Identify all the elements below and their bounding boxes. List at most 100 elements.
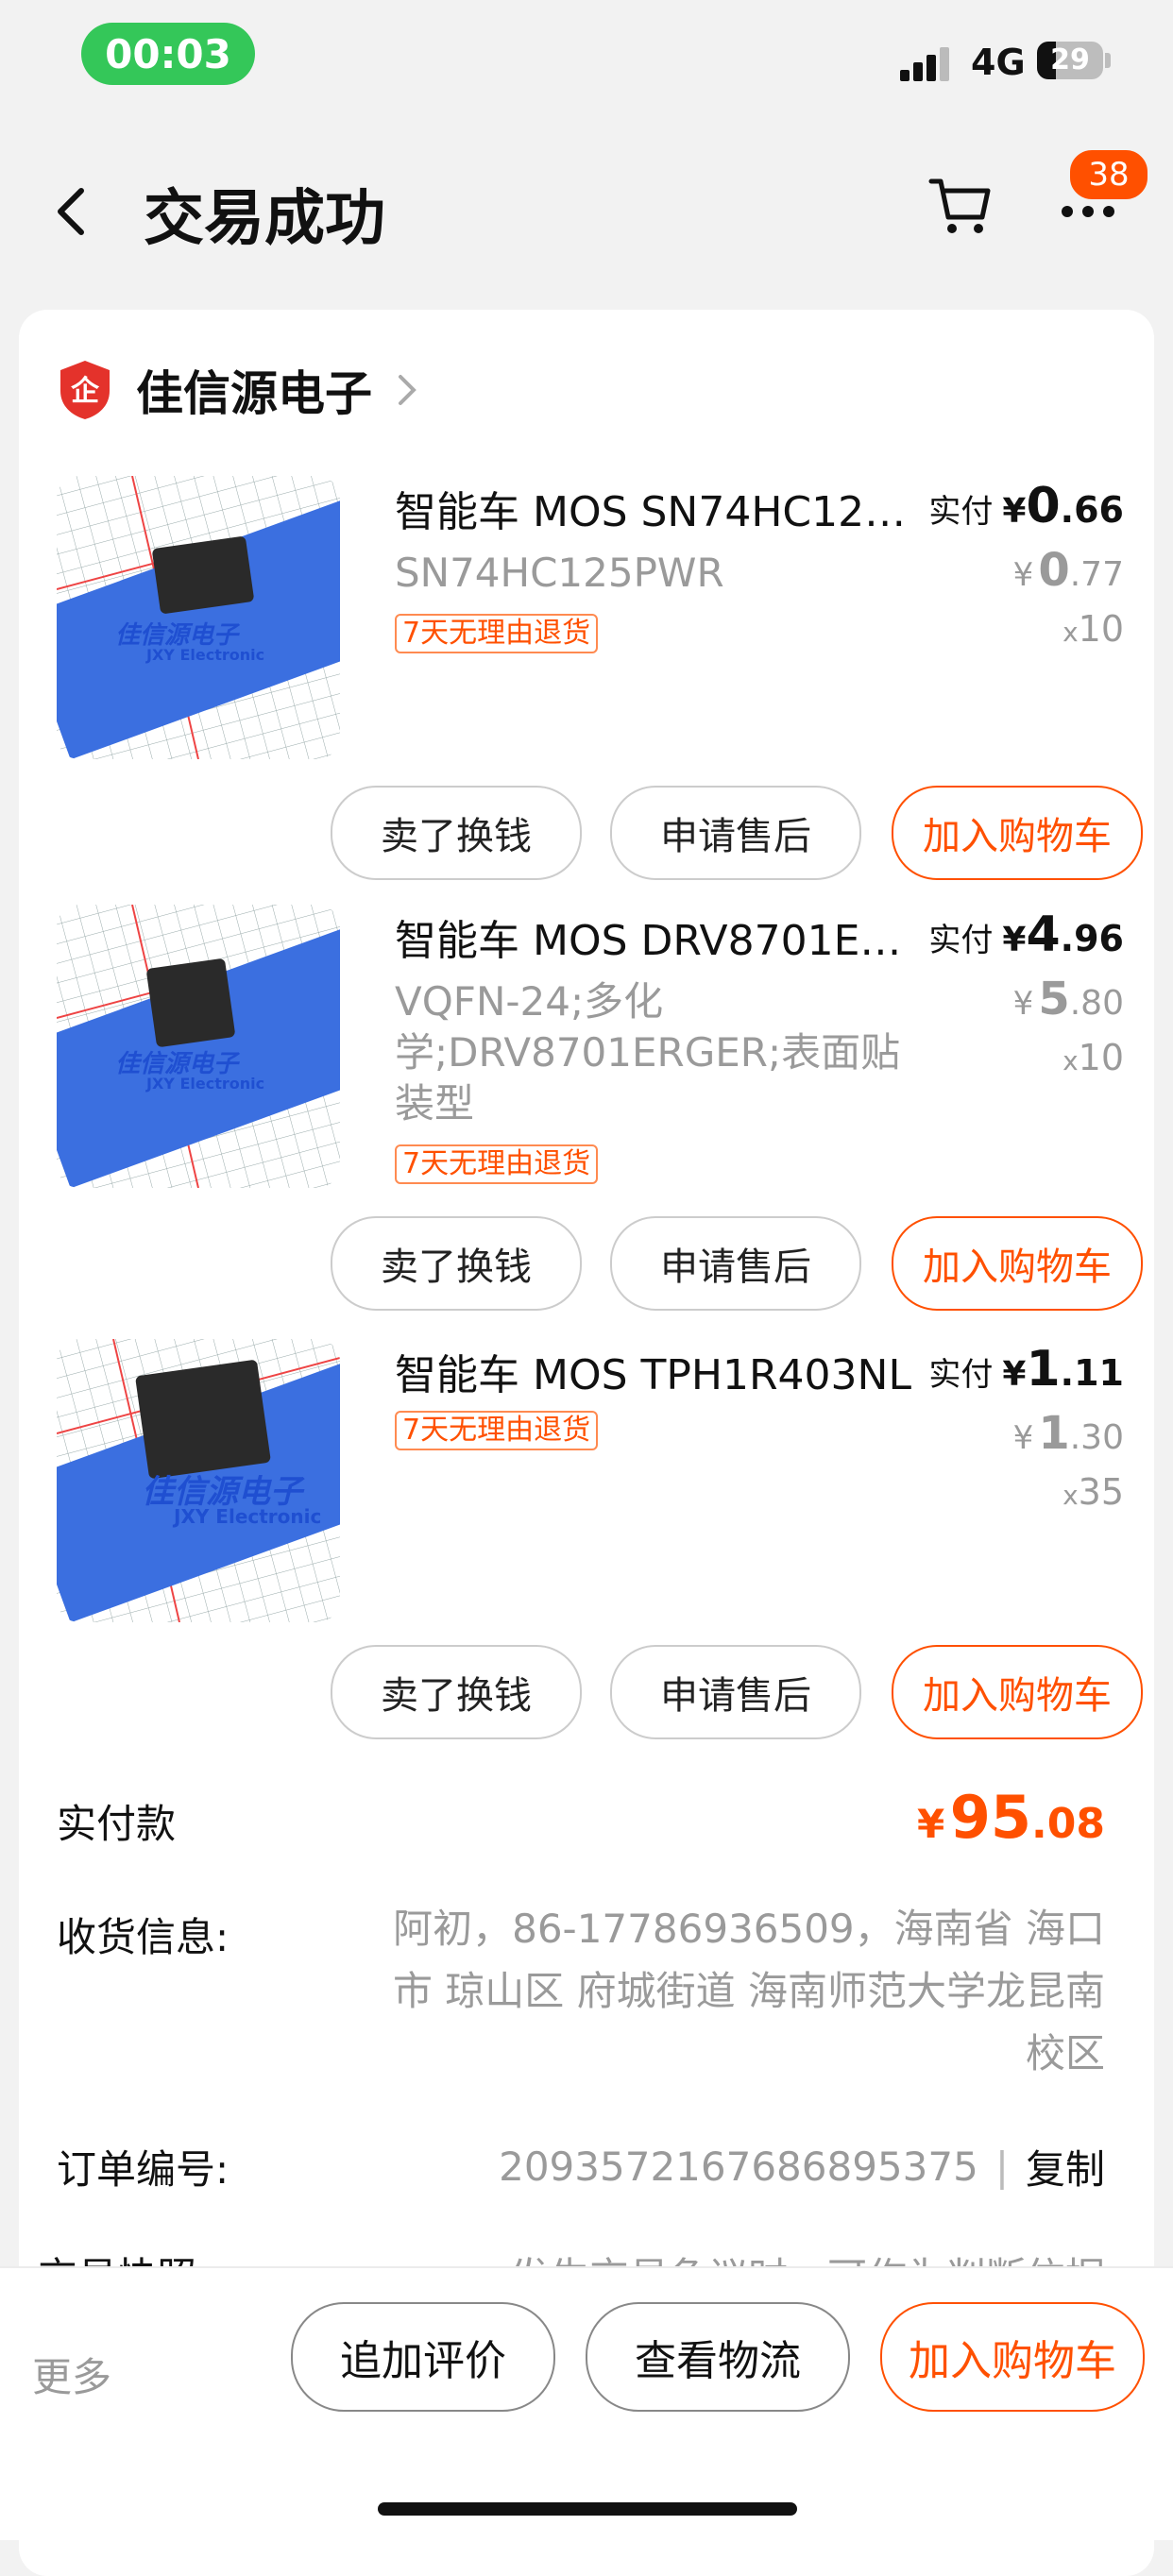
battery-level: 29 — [1050, 43, 1090, 76]
product-image[interactable]: 佳信源电子 JXY Electronic — [57, 905, 340, 1188]
cellular-signal-icon — [900, 43, 957, 81]
orig-int: 5 — [1038, 973, 1070, 1025]
divider: | — [994, 2144, 1009, 2190]
paid-dec: .66 — [1060, 489, 1124, 531]
orig-int: 0 — [1038, 544, 1070, 597]
more-button[interactable]: 更多 — [32, 2346, 111, 2403]
chip-icon — [151, 535, 255, 615]
paid-currency: ¥ — [1002, 492, 1027, 531]
qty-x: x — [1062, 617, 1079, 648]
qty-x: x — [1062, 1045, 1079, 1076]
nav-bar: 交易成功 38 — [0, 142, 1173, 274]
shop-logo-text: 企 — [71, 375, 100, 408]
image-brand-en: JXY Electronic — [146, 1075, 265, 1093]
image-brand-en: JXY Electronic — [174, 1505, 322, 1528]
chip-icon — [145, 958, 236, 1048]
add-to-cart-button[interactable]: 加入购物车 — [892, 1645, 1143, 1739]
return-policy-tag: 7天无理由退货 — [395, 1411, 599, 1450]
battery-icon: 29 — [1037, 42, 1103, 79]
paid-label: 实付 — [928, 922, 994, 959]
qty-x: x — [1062, 1480, 1079, 1511]
after-sales-button[interactable]: 申请售后 — [610, 786, 861, 880]
quantity: x35 — [1062, 1471, 1124, 1513]
orig-dec: .30 — [1069, 1418, 1124, 1457]
add-to-cart-button[interactable]: 加入购物车 — [880, 2302, 1145, 2412]
paid-currency: ¥ — [1002, 921, 1027, 959]
paid-int: 0 — [1026, 478, 1061, 534]
add-review-button[interactable]: 追加评价 — [291, 2302, 555, 2412]
product-title[interactable]: 智能车 MOS TPH1R403NL — [395, 1341, 924, 1401]
clock-time: 00:03 — [105, 30, 231, 77]
bottom-action-bar: 更多 追加评价 查看物流 加入购物车 — [0, 2266, 1173, 2540]
paid-int: 4 — [1026, 907, 1061, 963]
network-type: 4G — [971, 42, 1026, 83]
status-bar: 00:03 4G 29 — [0, 0, 1173, 113]
order-number-label: 订单编号: — [57, 2146, 230, 2193]
order-item[interactable]: 佳信源电子 JXY Electronic 智能车 MOS DRV8701ERGE… — [57, 905, 1143, 1311]
orig-currency: ¥ — [1012, 1419, 1034, 1457]
order-number-row: 2093572167686895375 | 复制 — [499, 2138, 1105, 2195]
order-item[interactable]: 佳信源电子 JXY Electronic 智能车 MOS TPH1R403NL … — [57, 1339, 1143, 1739]
total-currency: ¥ — [916, 1801, 945, 1847]
paid-price: 实付 ¥0.66 — [928, 478, 1124, 534]
image-brand-en: JXY Electronic — [146, 646, 265, 664]
view-logistics-button[interactable]: 查看物流 — [586, 2302, 850, 2412]
orig-currency: ¥ — [1012, 556, 1034, 594]
paid-int: 1 — [1026, 1341, 1061, 1398]
shop-name: 佳信源电子 — [136, 366, 372, 421]
paid-dec: .96 — [1060, 918, 1124, 959]
shop-enterprise-icon: 企 — [60, 361, 110, 419]
chevron-right-icon — [399, 375, 416, 405]
address-value: 阿初，86-17786936509，海南省 海口市 琼山区 府城街道 海南师范大… — [392, 1906, 1105, 2076]
return-policy-tag: 7天无理由退货 — [395, 614, 599, 653]
paid-price: 实付 ¥1.11 — [928, 1341, 1124, 1398]
product-title[interactable]: 智能车 MOS DRV8701ERGER — [395, 907, 924, 967]
quantity: x10 — [1062, 1037, 1124, 1078]
after-sales-button[interactable]: 申请售后 — [610, 1216, 861, 1311]
return-policy-tag: 7天无理由退货 — [395, 1144, 599, 1184]
add-to-cart-button[interactable]: 加入购物车 — [892, 786, 1143, 880]
paid-currency: ¥ — [1002, 1355, 1027, 1394]
original-price: ¥ 5.80 — [1013, 973, 1124, 1025]
home-indicator[interactable] — [378, 2502, 797, 2516]
total-label: 实付款 — [57, 1801, 177, 1847]
orig-int: 1 — [1038, 1407, 1070, 1460]
total-dec: .08 — [1031, 1800, 1105, 1848]
qty-value: 35 — [1078, 1471, 1124, 1513]
cart-icon[interactable] — [927, 172, 994, 238]
total-amount: ¥ 95.08 — [917, 1783, 1105, 1852]
order-number: 2093572167686895375 — [499, 2144, 978, 2190]
back-arrow-icon[interactable] — [49, 183, 91, 240]
sell-button[interactable]: 卖了换钱 — [331, 1216, 582, 1311]
address-label: 收货信息: — [57, 1914, 230, 1960]
product-spec: SN74HC125PWR — [395, 550, 724, 596]
chip-icon — [134, 1359, 272, 1480]
orig-dec: .77 — [1069, 555, 1124, 594]
product-title[interactable]: 智能车 MOS SN74HC125PWR — [395, 478, 924, 538]
battery-cap — [1105, 53, 1111, 68]
copy-button[interactable]: 复制 — [1026, 2138, 1105, 2195]
sell-button[interactable]: 卖了换钱 — [331, 1645, 582, 1739]
original-price: ¥ 0.77 — [1013, 544, 1124, 597]
paid-price: 实付 ¥4.96 — [928, 907, 1124, 963]
page-title: 交易成功 — [144, 184, 385, 254]
product-image[interactable]: 佳信源电子 JXY Electronic — [57, 476, 340, 759]
order-item[interactable]: 佳信源电子 JXY Electronic 智能车 MOS SN74HC125PW… — [57, 476, 1143, 880]
product-spec: VQFN-24;多化学;DRV8701ERGER;表面贴装型 — [395, 978, 901, 1127]
order-card: 企 佳信源电子 佳信源电子 JXY Electronic 智能车 MOS SN7… — [19, 310, 1154, 2576]
total-int: 95 — [949, 1783, 1032, 1852]
orig-dec: .80 — [1069, 984, 1124, 1023]
time-pill[interactable]: 00:03 — [81, 23, 255, 85]
after-sales-button[interactable]: 申请售后 — [610, 1645, 861, 1739]
product-image[interactable]: 佳信源电子 JXY Electronic — [57, 1339, 340, 1622]
orig-currency: ¥ — [1012, 985, 1034, 1023]
sell-button[interactable]: 卖了换钱 — [331, 786, 582, 880]
add-to-cart-button[interactable]: 加入购物车 — [892, 1216, 1143, 1311]
quantity: x10 — [1062, 608, 1124, 650]
shop-header[interactable]: 企 佳信源电子 — [57, 357, 419, 423]
qty-value: 10 — [1078, 1037, 1124, 1078]
paid-label: 实付 — [928, 493, 994, 531]
qty-value: 10 — [1078, 608, 1124, 650]
paid-dec: .11 — [1060, 1352, 1124, 1394]
original-price: ¥ 1.30 — [1013, 1407, 1124, 1460]
